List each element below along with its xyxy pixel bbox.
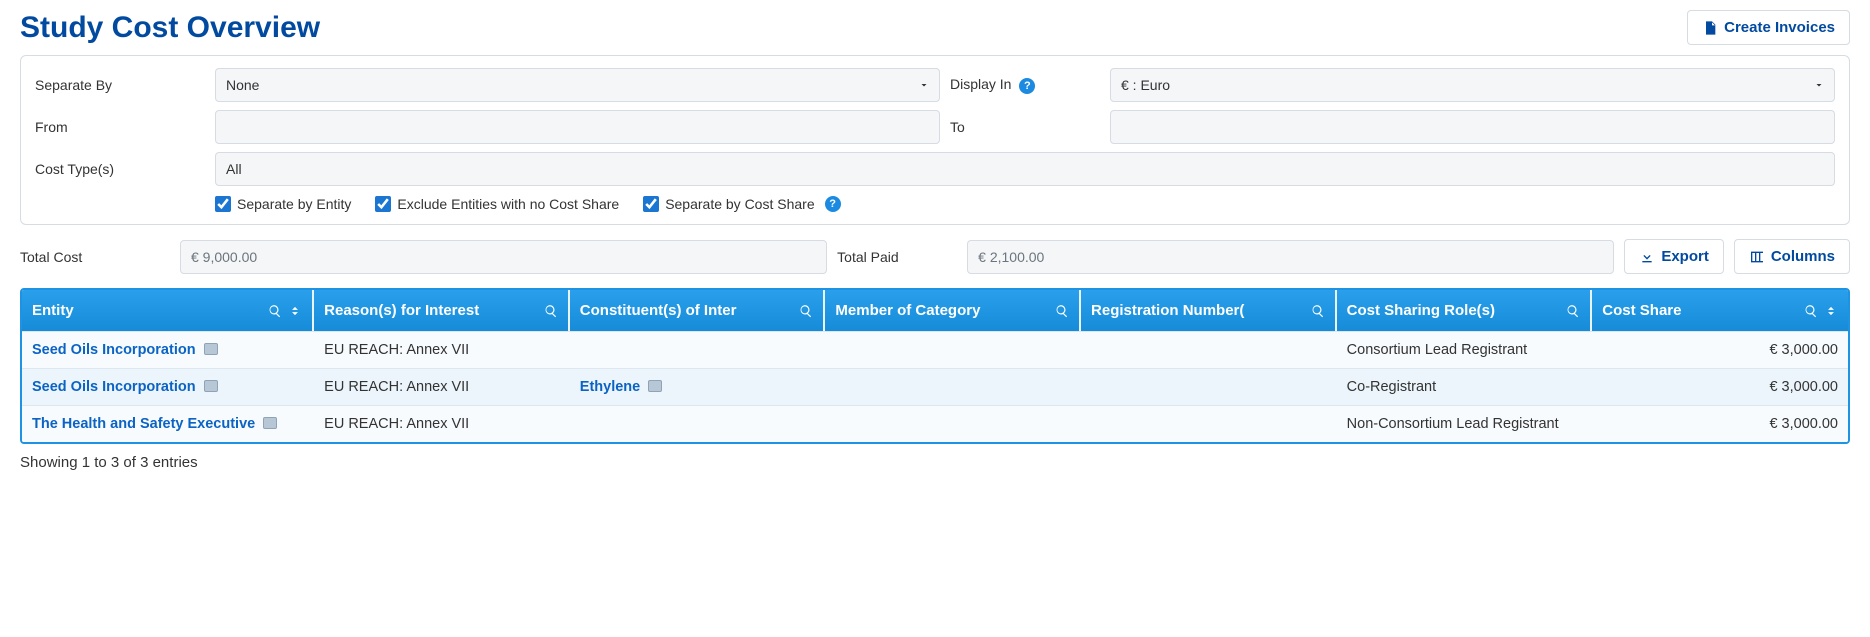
- download-icon: [1639, 249, 1655, 265]
- to-input[interactable]: [1110, 110, 1835, 144]
- separate-by-entity-check[interactable]: Separate by Entity: [215, 196, 351, 212]
- entity-card-icon[interactable]: [204, 380, 218, 392]
- columns-icon: [1749, 249, 1765, 265]
- cell-entity: The Health and Safety Executive: [22, 405, 314, 442]
- cell-reg-number: [1081, 405, 1337, 442]
- data-table: Entity Reason(s) for Interest Constituen…: [20, 288, 1850, 444]
- display-in-select[interactable]: € : Euro: [1110, 68, 1835, 102]
- info-icon[interactable]: ?: [1019, 78, 1035, 94]
- table-footer: Showing 1 to 3 of 3 entries: [20, 454, 1850, 471]
- create-invoices-label: Create Invoices: [1724, 19, 1835, 36]
- exclude-no-share-check[interactable]: Exclude Entities with no Cost Share: [375, 196, 619, 212]
- constituent-link[interactable]: Ethylene: [580, 379, 640, 395]
- cell-reasons: EU REACH: Annex VII: [314, 331, 570, 368]
- entity-card-icon[interactable]: [263, 417, 277, 429]
- cell-entity: Seed Oils Incorporation: [22, 368, 314, 405]
- cell-constituents: Ethylene: [570, 368, 826, 405]
- columns-button[interactable]: Columns: [1734, 239, 1850, 274]
- sort-icon[interactable]: [288, 304, 302, 318]
- cell-reg-number: [1081, 331, 1337, 368]
- cell-reasons: EU REACH: Annex VII: [314, 405, 570, 442]
- col-reg-number[interactable]: Registration Number(: [1081, 290, 1337, 331]
- col-cost-share[interactable]: Cost Share: [1592, 290, 1848, 331]
- entity-link[interactable]: Seed Oils Incorporation: [32, 342, 196, 358]
- col-reasons[interactable]: Reason(s) for Interest: [314, 290, 570, 331]
- separate-by-entity-label: Separate by Entity: [237, 196, 351, 212]
- cost-types-label: Cost Type(s): [35, 161, 205, 177]
- cell-constituents: [570, 331, 826, 368]
- filter-panel: Separate By None Display In ? € : Euro F…: [20, 55, 1850, 225]
- display-in-label: Display In ?: [950, 76, 1100, 94]
- info-icon[interactable]: ?: [825, 196, 841, 212]
- total-cost-field: € 9,000.00: [180, 240, 827, 274]
- cost-types-input[interactable]: [215, 152, 1835, 186]
- page-title: Study Cost Overview: [20, 11, 320, 45]
- entity-link[interactable]: Seed Oils Incorporation: [32, 379, 196, 395]
- cell-member-of: [825, 405, 1081, 442]
- search-icon[interactable]: [799, 304, 813, 318]
- search-icon[interactable]: [1566, 304, 1580, 318]
- entity-card-icon[interactable]: [204, 343, 218, 355]
- search-icon[interactable]: [1804, 304, 1818, 318]
- export-button[interactable]: Export: [1624, 239, 1724, 274]
- create-invoices-button[interactable]: Create Invoices: [1687, 10, 1850, 45]
- search-icon[interactable]: [1311, 304, 1325, 318]
- cell-member-of: [825, 368, 1081, 405]
- total-paid-field: € 2,100.00: [967, 240, 1614, 274]
- table-row: The Health and Safety Executive EU REACH…: [22, 405, 1848, 442]
- cell-roles: Non-Consortium Lead Registrant: [1337, 405, 1593, 442]
- table-row: Seed Oils Incorporation EU REACH: Annex …: [22, 368, 1848, 405]
- from-label: From: [35, 119, 205, 135]
- invoice-icon: [1702, 20, 1718, 36]
- search-icon[interactable]: [544, 304, 558, 318]
- cell-reasons: EU REACH: Annex VII: [314, 368, 570, 405]
- search-icon[interactable]: [1055, 304, 1069, 318]
- total-paid-label: Total Paid: [837, 249, 957, 265]
- from-input[interactable]: [215, 110, 940, 144]
- separate-by-cost-share-check[interactable]: Separate by Cost Share ?: [643, 196, 840, 212]
- cell-roles: Co-Registrant: [1337, 368, 1593, 405]
- cell-member-of: [825, 331, 1081, 368]
- col-member-of[interactable]: Member of Category: [825, 290, 1081, 331]
- cell-cost-share: € 3,000.00: [1592, 368, 1848, 405]
- exclude-no-share-label: Exclude Entities with no Cost Share: [397, 196, 619, 212]
- separate-by-entity-checkbox[interactable]: [215, 196, 231, 212]
- separate-by-cost-share-label: Separate by Cost Share: [665, 196, 814, 212]
- cell-cost-share: € 3,000.00: [1592, 405, 1848, 442]
- col-constituents[interactable]: Constituent(s) of Inter: [570, 290, 826, 331]
- total-cost-label: Total Cost: [20, 249, 170, 265]
- to-label: To: [950, 119, 1100, 135]
- cell-entity: Seed Oils Incorporation: [22, 331, 314, 368]
- entity-link[interactable]: The Health and Safety Executive: [32, 416, 255, 432]
- exclude-no-share-checkbox[interactable]: [375, 196, 391, 212]
- separate-by-select[interactable]: None: [215, 68, 940, 102]
- col-entity[interactable]: Entity: [22, 290, 314, 331]
- separate-by-cost-share-checkbox[interactable]: [643, 196, 659, 212]
- separate-by-label: Separate By: [35, 77, 205, 93]
- export-label: Export: [1661, 248, 1709, 265]
- columns-label: Columns: [1771, 248, 1835, 265]
- cell-cost-share: € 3,000.00: [1592, 331, 1848, 368]
- search-icon[interactable]: [268, 304, 282, 318]
- cell-roles: Consortium Lead Registrant: [1337, 331, 1593, 368]
- col-roles[interactable]: Cost Sharing Role(s): [1337, 290, 1593, 331]
- sort-icon[interactable]: [1824, 304, 1838, 318]
- constituent-card-icon[interactable]: [648, 380, 662, 392]
- table-row: Seed Oils Incorporation EU REACH: Annex …: [22, 331, 1848, 368]
- cell-constituents: [570, 405, 826, 442]
- cell-reg-number: [1081, 368, 1337, 405]
